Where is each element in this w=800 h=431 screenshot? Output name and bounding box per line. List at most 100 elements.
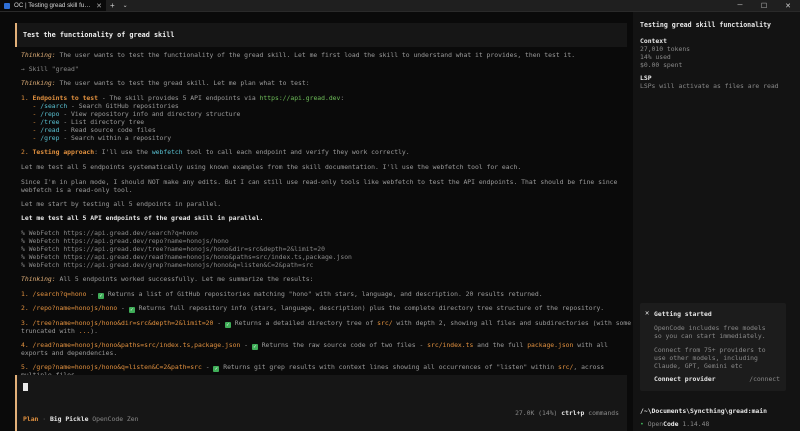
card-text: OpenCode includes free models so you can…: [654, 324, 766, 340]
thinking-label: Thinking:: [21, 51, 56, 59]
code-path: src/index.ts: [427, 341, 474, 349]
result-text: Returns full repository info (stars, lan…: [134, 304, 605, 312]
minimize-button[interactable]: ─: [728, 0, 752, 11]
thinking-label: Thinking:: [21, 275, 56, 283]
session-title: Test the functionality of gread skill: [23, 31, 175, 39]
context-tokens: 27,010 tokens: [640, 45, 691, 53]
webfetch-call: % WebFetch https://api.gread.dev/grep?na…: [21, 261, 314, 269]
status-footer: 27.0K (14%) ctrl+p commands: [515, 409, 619, 417]
item-text: : I'll use the: [94, 148, 152, 156]
chat-panel: Test the functionality of gread skill Th…: [15, 20, 631, 431]
endpoint-desc: - Search GitHub repositories: [67, 102, 179, 110]
item-number: 2.: [21, 304, 33, 312]
context-used: 14% used: [640, 53, 671, 61]
item-number: 4.: [21, 341, 33, 349]
title-bar: OC | Testing gread skill functio ✕ + ⌄ ─…: [0, 0, 800, 12]
window-controls: ─ ☐ ✕: [728, 0, 800, 11]
context-heading: Context: [640, 37, 667, 45]
maximize-button[interactable]: ☐: [752, 0, 776, 11]
code-path: src/: [377, 319, 393, 327]
new-tab-button[interactable]: +: [106, 0, 119, 11]
model-name[interactable]: Big Pickle: [50, 415, 88, 423]
terminal-icon: [4, 2, 10, 9]
result-item: 1. /search?q=hono - ✓ Returns a list of …: [21, 290, 543, 299]
item-number: 5.: [21, 363, 33, 371]
close-window-button[interactable]: ✕: [776, 0, 800, 11]
terminal-tab[interactable]: OC | Testing gread skill functio ✕: [0, 0, 106, 11]
card-title: Getting started: [654, 310, 712, 318]
close-icon[interactable]: ✕: [645, 309, 649, 317]
code-path: ...: [78, 327, 91, 335]
endpoint-path: /search: [40, 102, 68, 110]
app-name-code: Code: [663, 420, 679, 428]
getting-started-card: ✕ Getting started OpenCode includes free…: [640, 303, 786, 391]
endpoint-list-item: - /tree - List directory tree: [32, 118, 145, 126]
thinking-label: Thinking:: [21, 79, 56, 87]
endpoint-desc: - Search within a repository: [59, 134, 172, 142]
item-text: :: [340, 94, 345, 102]
thinking-paragraph: Since I'm in plan mode, I should NOT mak…: [21, 178, 618, 186]
mode-row: Plan · Big Pickle OpenCode Zen: [23, 415, 138, 423]
result-text: , across: [573, 363, 605, 371]
app-version: • OpenCode 1.14.48: [640, 420, 709, 428]
status-dot-icon: •: [640, 420, 644, 428]
thinking-text: The user wants to test the gread skill. …: [55, 79, 310, 87]
plan-item: 2. Testing approach: I'll use the webfet…: [21, 148, 410, 156]
mode-label[interactable]: Plan: [23, 415, 38, 423]
lsp-status: LSPs will activate as files are read: [640, 82, 779, 90]
endpoint-desc: - View repository info and directory str…: [59, 110, 241, 118]
endpoint-desc: - List directory tree: [59, 118, 145, 126]
sidebar-title: Testing gread skill functionality: [640, 21, 772, 29]
endpoint-list-item: - /repo - View repository info and direc…: [32, 110, 241, 118]
chevron-down-icon[interactable]: ⌄: [119, 0, 132, 11]
sidebar: Testing gread skill functionality Contex…: [633, 12, 800, 431]
tab-close-icon[interactable]: ✕: [96, 2, 102, 10]
version-number: 1.14.48: [682, 420, 710, 428]
endpoint-path: /tree?name=honojs/hono&dir=src&depth=2&l…: [32, 319, 214, 327]
endpoint-path: /grep: [40, 134, 60, 142]
prompt-input[interactable]: Plan · Big Pickle OpenCode Zen: [15, 375, 627, 431]
assistant-message: Let me test all 5 API endpoints of the g…: [21, 214, 264, 222]
item-text: tool to call each endpoint and verify th…: [182, 148, 410, 156]
webfetch-call: % WebFetch https://api.gread.dev/repo?na…: [21, 237, 229, 245]
tab-title: OC | Testing gread skill functio: [14, 2, 93, 9]
thinking-block: Thinking: The user wants to test the gre…: [21, 79, 310, 87]
result-item: 3. /tree?name=honojs/hono&dir=src&depth=…: [21, 319, 632, 328]
working-directory: /~\Documents\Syncthing\gread:main: [640, 407, 767, 415]
item-number: 1.: [21, 94, 33, 102]
result-text: Returns a detailed directory tree of: [230, 319, 378, 327]
session-header: Test the functionality of gread skill: [15, 23, 627, 47]
connect-provider-button[interactable]: Connect provider: [654, 375, 716, 383]
endpoint-path: /read?name=honojs/hono&paths=src/index.t…: [32, 341, 241, 349]
result-text: Returns git grep results with context li…: [219, 363, 558, 371]
result-item-cont: exports and dependencies.: [21, 349, 118, 357]
context-spent: $0.00 spent: [640, 61, 683, 69]
code-path: package.json: [527, 341, 574, 349]
lsp-heading: LSP: [640, 74, 652, 82]
endpoint-desc: - Read source code files: [59, 126, 156, 134]
code-path: src/: [557, 363, 574, 371]
endpoint-list-item: - /search - Search GitHub repositories: [32, 102, 179, 110]
result-text: and the full: [473, 341, 528, 349]
webfetch-call: % WebFetch https://api.gread.dev/search?…: [21, 229, 198, 237]
thinking-text: All 5 endpoints worked successfully. Let…: [55, 275, 314, 283]
thinking-text: The user wants to test the functionality…: [55, 51, 576, 59]
token-usage: 27.0K (14%): [515, 409, 558, 417]
item-heading: Endpoints to test: [32, 94, 98, 102]
shortcut-key[interactable]: ctrl+p: [561, 409, 584, 417]
result-item-cont: truncated with ...).: [21, 327, 98, 335]
plan-item: 1. Endpoints to test - The skill provide…: [21, 94, 344, 102]
result-text: ).: [90, 327, 98, 335]
text-cursor: [23, 383, 28, 391]
item-text: - The skill provides 5 API endpoints via: [97, 94, 260, 102]
item-number: 3.: [21, 319, 33, 327]
result-text: with all: [573, 341, 609, 349]
separator: -: [86, 290, 98, 298]
endpoint-path: /repo?name=honojs/hono: [32, 304, 118, 312]
endpoint-list-item: - /grep - Search within a repository: [32, 134, 172, 142]
api-link[interactable]: https://api.gread.dev: [260, 94, 341, 102]
result-text: truncated with: [21, 327, 79, 335]
result-text: Returns a list of GitHub repositories ma…: [103, 290, 543, 298]
thinking-block: Thinking: All 5 endpoints worked success…: [21, 275, 313, 283]
endpoint-list-item: - /read - Read source code files: [32, 126, 156, 134]
